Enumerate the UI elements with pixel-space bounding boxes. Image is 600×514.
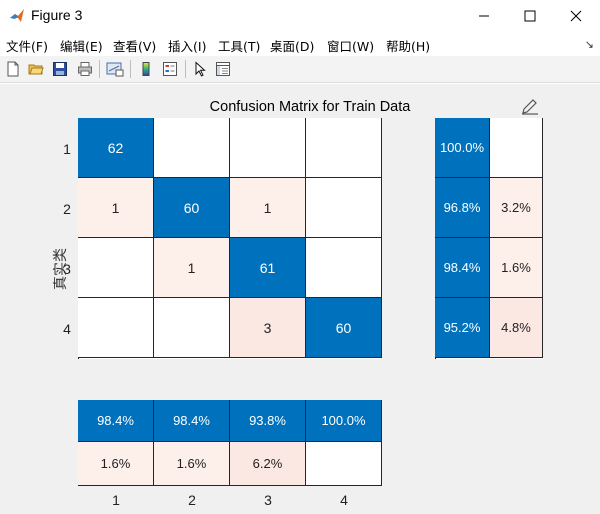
maximize-icon [524, 10, 536, 22]
figure-canvas: Confusion Matrix for Train Data 62 1 60 1 1 6… [0, 84, 600, 514]
row-label: 1 [63, 141, 71, 157]
minimize-icon [479, 15, 489, 17]
menu-insert[interactable]: 插入(I) [168, 36, 206, 55]
open-file-icon [28, 64, 44, 75]
window-title: Figure 3 [31, 7, 83, 23]
matrix-cell [78, 238, 154, 298]
row-summary-correct: 96.8% [435, 178, 490, 238]
column-summary-correct: 98.4% [78, 400, 154, 442]
row-summary-correct: 100.0% [435, 118, 490, 178]
toolbar-separator [185, 60, 186, 78]
open-file-button[interactable] [26, 59, 46, 79]
matrix-cell [306, 178, 382, 238]
y-axis-label: 真实类 [53, 248, 69, 290]
matrix-cell-correct: 61 [230, 238, 306, 298]
row-label: 2 [63, 201, 71, 217]
matrix-cell [154, 118, 230, 178]
print-button[interactable] [75, 59, 95, 79]
matrix-cell: 1 [78, 178, 154, 238]
column-label: 1 [112, 492, 120, 508]
new-figure-button[interactable] [3, 59, 23, 79]
column-label: 4 [340, 492, 348, 508]
edit-plot-icon[interactable] [520, 97, 540, 115]
print-icon [78, 62, 92, 76]
toolbar [0, 56, 600, 83]
confusion-matrix: 62 1 60 1 1 61 3 60 [78, 118, 382, 359]
matrix-cell [78, 298, 154, 358]
column-summary-correct: 93.8% [230, 400, 306, 442]
row-summary-correct: 98.4% [435, 238, 490, 298]
menu-edit[interactable]: 编辑(E) [60, 36, 103, 55]
column-label: 2 [188, 492, 196, 508]
matrix-cell [154, 298, 230, 358]
save-button[interactable] [50, 59, 70, 79]
row-summary-incorrect: 3.2% [490, 178, 543, 238]
maximize-button[interactable] [507, 0, 553, 32]
column-summary-correct: 98.4% [154, 400, 230, 442]
matrix-cell-correct: 60 [154, 178, 230, 238]
chart-title: Confusion Matrix for Train Data [209, 99, 411, 115]
link-plot-icon [106, 62, 124, 77]
row-summary-incorrect [490, 118, 543, 178]
pointer-icon [195, 61, 206, 77]
property-inspector-button[interactable] [213, 59, 233, 79]
minimize-button[interactable] [461, 0, 507, 32]
matrix-cell [306, 118, 382, 178]
row-summary-correct: 95.2% [435, 298, 490, 358]
property-inspector-icon [216, 62, 230, 76]
dock-arrow-icon[interactable]: ↘ [585, 38, 594, 51]
menu-bar: 文件(F) 编辑(E) 查看(V) 插入(I) 工具(T) 桌面(D) 窗口(W… [0, 33, 600, 55]
row-summary-incorrect: 4.8% [490, 298, 543, 358]
menu-file[interactable]: 文件(F) [6, 36, 48, 55]
insert-legend-button[interactable] [160, 59, 180, 79]
insert-colorbar-button[interactable] [136, 59, 156, 79]
toolbar-separator [99, 60, 100, 78]
matrix-cell-correct: 60 [306, 298, 382, 358]
menu-desktop[interactable]: 桌面(D) [270, 36, 314, 55]
matrix-cell [230, 118, 306, 178]
menu-window[interactable]: 窗口(W) [327, 36, 374, 55]
close-button[interactable] [553, 0, 599, 32]
matrix-cell: 1 [230, 178, 306, 238]
link-plot-button[interactable] [105, 59, 125, 79]
column-summary-incorrect: 6.2% [230, 442, 306, 486]
insert-legend-icon [163, 62, 177, 76]
new-figure-icon [7, 61, 19, 77]
insert-colorbar-icon [142, 62, 150, 76]
matrix-cell: 3 [230, 298, 306, 358]
column-label: 3 [264, 492, 272, 508]
matrix-cell [306, 238, 382, 298]
matlab-icon [10, 9, 24, 22]
close-icon [570, 10, 582, 22]
menu-tools[interactable]: 工具(T) [218, 36, 260, 55]
matrix-cell: 1 [154, 238, 230, 298]
menu-help[interactable]: 帮助(H) [386, 36, 430, 55]
matrix-cell-correct: 62 [78, 118, 154, 178]
row-label: 4 [63, 321, 71, 337]
save-icon [53, 62, 67, 76]
pointer-button[interactable] [190, 59, 210, 79]
column-summary-incorrect: 1.6% [78, 442, 154, 486]
column-summary-incorrect: 1.6% [154, 442, 230, 486]
row-summary: 100.0% 96.8% 3.2% 98.4% 1.6% 95.2% 4.8% [435, 118, 543, 359]
title-bar: Figure 3 [0, 0, 600, 32]
menu-view[interactable]: 查看(V) [113, 36, 156, 55]
toolbar-separator [130, 60, 131, 78]
column-summary: 98.4% 1.6% 98.4% 1.6% 93.8% 6.2% 100.0% [78, 400, 382, 486]
row-summary-incorrect: 1.6% [490, 238, 543, 298]
column-summary-correct: 100.0% [306, 400, 382, 442]
column-summary-incorrect [306, 442, 382, 486]
